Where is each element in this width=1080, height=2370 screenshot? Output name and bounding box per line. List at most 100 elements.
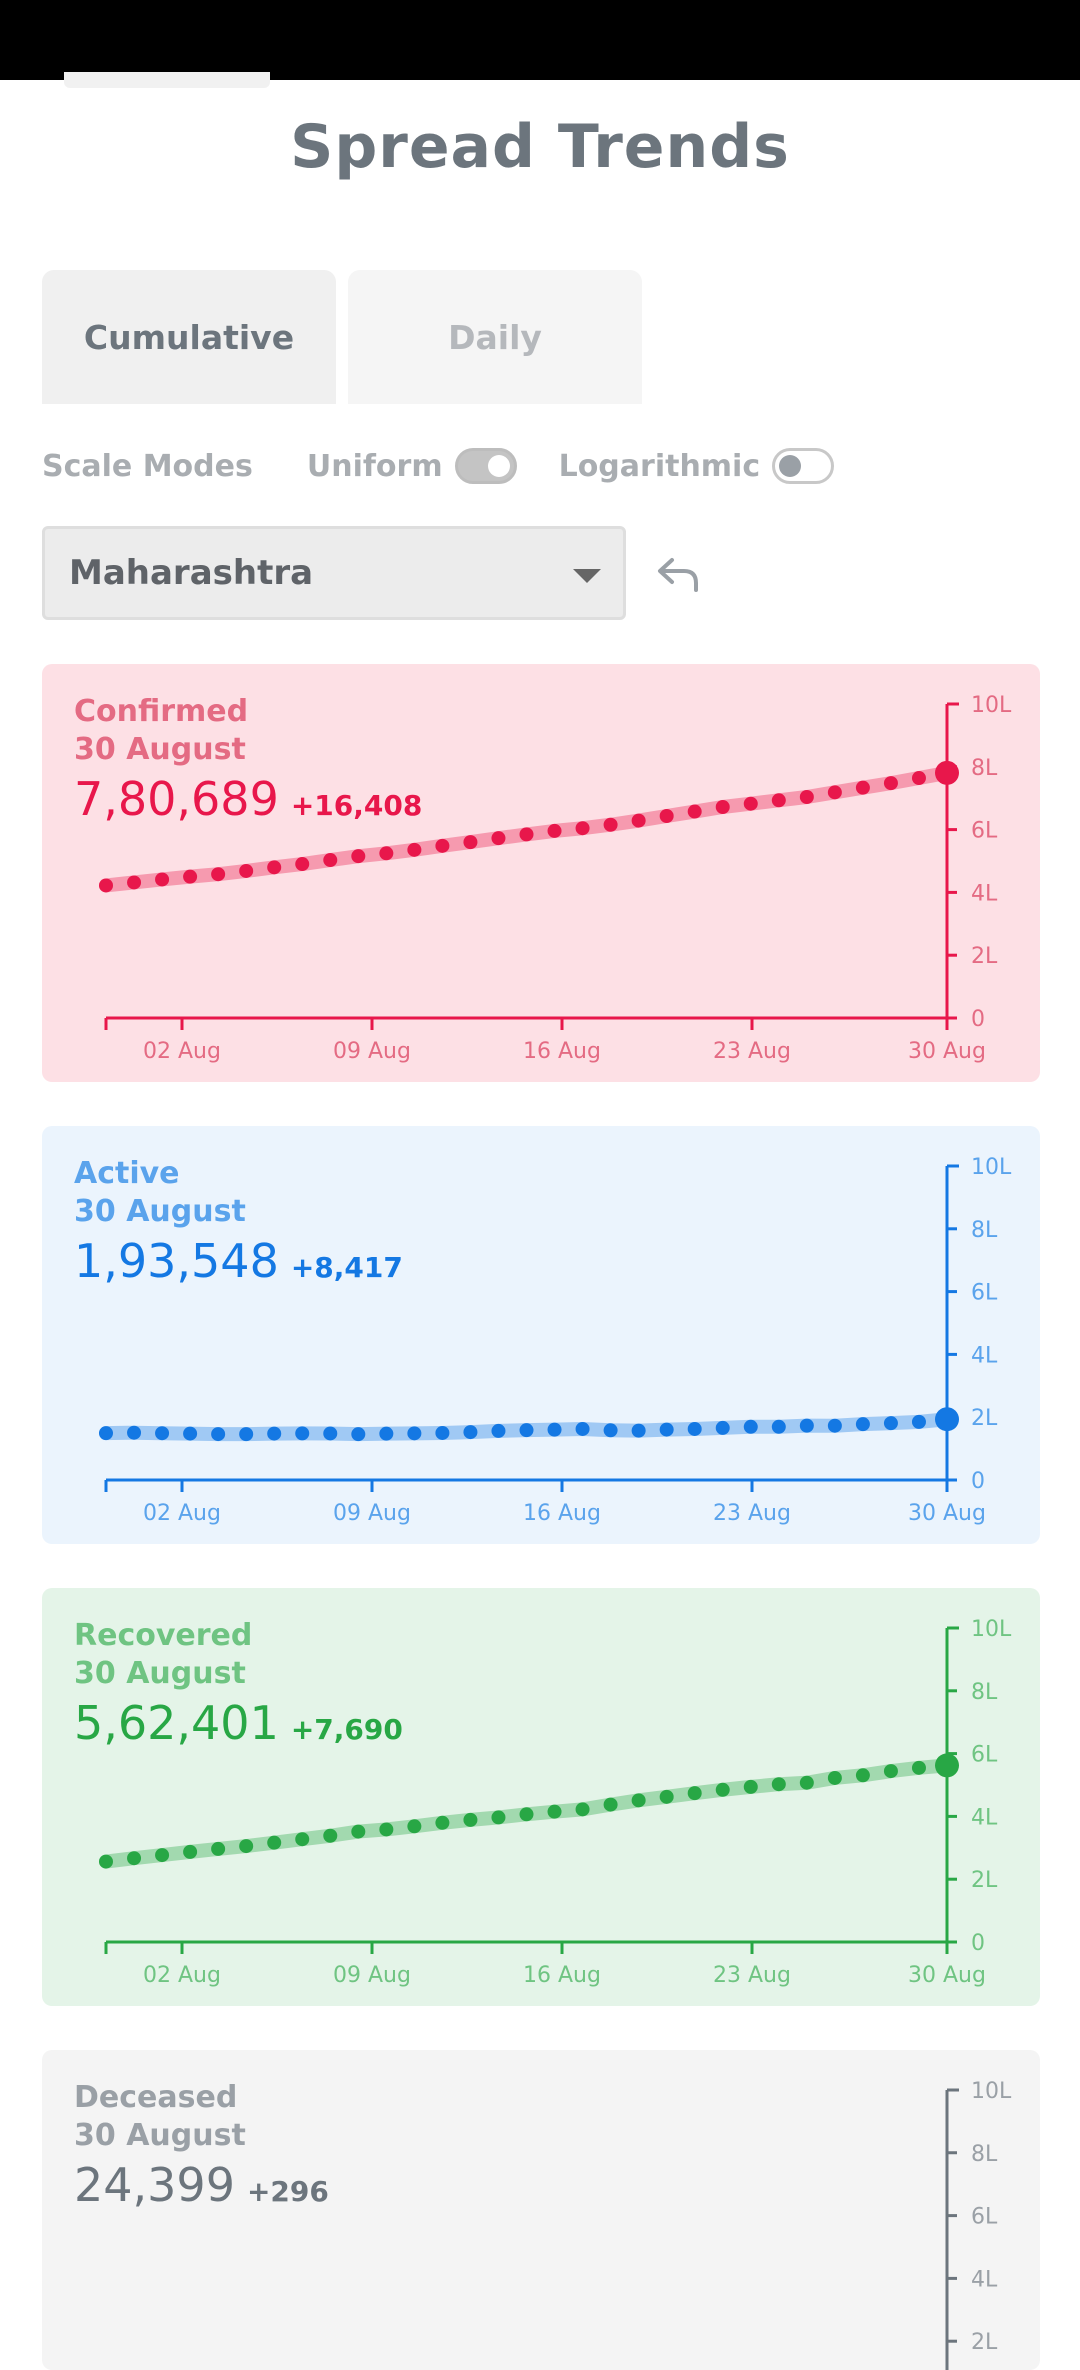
y-tick-label: 6L <box>971 819 998 844</box>
data-point <box>827 785 842 800</box>
x-tick-label: 30 Aug <box>908 1039 986 1064</box>
data-point <box>435 838 450 853</box>
tab-daily[interactable]: Daily <box>348 270 642 404</box>
data-point <box>351 849 366 864</box>
data-point <box>491 831 506 846</box>
uniform-toggle[interactable] <box>454 448 517 484</box>
scale-modes-label: Scale Modes <box>42 448 253 484</box>
data-point <box>743 1419 758 1434</box>
data-point <box>323 1828 338 1843</box>
data-point <box>99 1854 113 1869</box>
data-point <box>883 776 898 791</box>
data-point <box>771 1419 786 1434</box>
data-point <box>491 1423 506 1438</box>
y-tick-label: 10L <box>971 693 1012 718</box>
data-point <box>603 1423 618 1438</box>
data-point <box>267 1835 282 1850</box>
data-point <box>183 1426 198 1441</box>
data-point <box>827 1418 842 1433</box>
y-tick-label: 6L <box>971 1281 998 1306</box>
x-tick-label: 02 Aug <box>143 1963 221 1988</box>
data-point <box>239 1427 254 1442</box>
x-tick-label: 23 Aug <box>713 1501 791 1526</box>
data-point <box>743 796 758 811</box>
data-point <box>435 1425 450 1440</box>
data-point <box>155 872 170 887</box>
data-point <box>407 1819 422 1834</box>
y-tick-label: 2L <box>971 2330 998 2355</box>
data-point <box>407 1426 422 1441</box>
data-point <box>575 1802 590 1817</box>
confirmed-card: Confirmed 30 August 7,80,689 +16,408 0 2L… <box>42 664 1040 1082</box>
y-tick-label: 4L <box>971 1805 998 1830</box>
logarithmic-toggle[interactable] <box>772 448 835 484</box>
deceased-card: Deceased 30 August 24,399 +296 02L4L6L8L… <box>42 2050 1040 2370</box>
y-tick-label: 6L <box>971 2205 998 2230</box>
x-tick-label: 23 Aug <box>713 1039 791 1064</box>
data-point <box>127 875 142 890</box>
data-point <box>351 1824 366 1839</box>
x-tick-label: 02 Aug <box>143 1501 221 1526</box>
x-tick-label: 09 Aug <box>333 1501 411 1526</box>
data-point <box>435 1815 450 1830</box>
y-tick-label: 8L <box>971 1218 998 1243</box>
data-point <box>463 1812 478 1827</box>
data-point <box>183 869 198 884</box>
x-tick-label: 09 Aug <box>333 1039 411 1064</box>
y-tick-label: 8L <box>971 2142 998 2167</box>
latest-point <box>935 760 959 785</box>
y-tick-label: 2L <box>971 944 998 969</box>
active-chart: 0 2L 4L 6L 8L 10L 02 Aug 09 Aug 16 Aug 23 Aug 30 A… <box>99 1155 1012 1526</box>
data-point <box>855 780 870 795</box>
y-tick-label: 8L <box>971 1680 998 1705</box>
data-point <box>155 1426 170 1441</box>
data-point <box>295 1426 310 1441</box>
data-point <box>267 1426 282 1441</box>
data-point <box>519 1807 534 1822</box>
data-point <box>715 1420 730 1435</box>
data-point <box>855 1417 870 1432</box>
data-point <box>267 860 282 875</box>
status-bar <box>0 0 1080 80</box>
uniform-label: Uniform <box>306 448 443 484</box>
data-point <box>155 1848 170 1863</box>
confirmed-chart: 0 2L 4L 6L 8L 10L 02 Aug 09 Aug 16 Aug 23 Aug 30 A… <box>99 693 1012 1064</box>
data-point <box>575 821 590 836</box>
data-point <box>295 857 310 872</box>
data-point <box>911 1760 926 1775</box>
data-point <box>323 1426 338 1441</box>
deceased-chart: 02L4L6L8L10L <box>945 2079 1012 2370</box>
data-point <box>603 1797 618 1812</box>
y-tick-label: 2L <box>971 1406 998 1431</box>
data-point <box>855 1768 870 1783</box>
latest-point <box>935 1407 959 1432</box>
tab-cumulative[interactable]: Cumulative <box>42 270 336 404</box>
recovered-chart: 0 2L 4L 6L 8L 10L 02 Aug 09 Aug 16 Aug 23 Aug 30 A… <box>99 1617 1012 1988</box>
data-point <box>239 863 254 878</box>
data-point <box>799 1775 814 1790</box>
data-point <box>687 1421 702 1436</box>
data-point <box>743 1779 758 1794</box>
y-tick-label: 4L <box>971 881 998 906</box>
y-tick-label: 6L <box>971 1743 998 1768</box>
data-point <box>99 1426 113 1441</box>
data-point <box>239 1839 254 1854</box>
y-tick-label: 0 <box>971 1007 985 1032</box>
data-point <box>295 1832 310 1847</box>
x-tick-label: 30 Aug <box>908 1501 986 1526</box>
x-tick-label: 16 Aug <box>523 1963 601 1988</box>
undo-icon[interactable] <box>656 554 702 594</box>
data-point <box>211 1427 226 1442</box>
data-point <box>127 1851 142 1866</box>
data-point <box>687 804 702 819</box>
x-tick-label: 16 Aug <box>523 1039 601 1064</box>
data-point <box>771 1777 786 1792</box>
data-point <box>687 1786 702 1801</box>
region-select[interactable]: Maharashtra <box>42 526 626 620</box>
data-point <box>631 1423 646 1438</box>
data-point <box>211 1841 226 1856</box>
y-tick-label: 2L <box>971 1868 998 1893</box>
data-point <box>715 1782 730 1797</box>
data-point <box>911 771 926 786</box>
data-point <box>351 1427 366 1442</box>
